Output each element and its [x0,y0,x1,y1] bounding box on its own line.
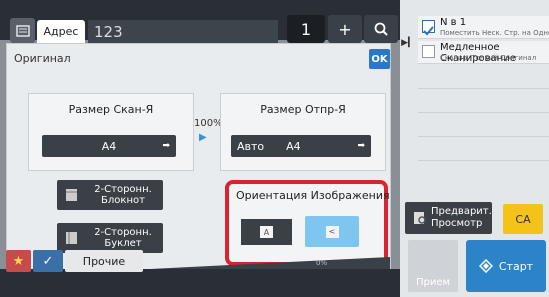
progress-percent: 0% [316,259,328,267]
receive-label: Прием [415,277,451,288]
list-divider [418,160,549,161]
preview-button[interactable]: Предварит. Просмотр [405,202,492,234]
arrow-right-icon: ➡ [357,141,365,151]
address-book-button[interactable] [10,18,35,43]
list-divider [418,112,549,113]
search-icon [374,22,388,36]
duplex-book-button[interactable]: 2-Сторонн. Блокнот [57,180,163,210]
option-sub-label: Сканир. Тонкий Оригинал [440,54,537,62]
preview-icon [414,212,426,224]
orientation-landscape-icon: < [325,225,339,238]
play-pause-icon: ▶▎ [401,38,415,48]
option-n-in-1[interactable]: N в 1 Поместить Неск. Стр. на Одной [418,16,549,39]
send-size-value: A4 [286,139,301,153]
panel-title: Оригинал [14,52,71,65]
search-button[interactable] [364,15,398,43]
duplex-book-label: 2-Сторонн. Блокнот [94,184,152,206]
clear-all-button[interactable]: CA [503,204,543,234]
image-orientation-title: Ориентация Изображения [236,189,390,202]
list-divider [418,136,549,137]
scan-size-button[interactable]: A4 ➡ [42,135,176,157]
orientation-portrait-button[interactable]: A [241,219,292,245]
star-icon: ★ [12,253,25,269]
orientation-landscape-button[interactable]: < [305,216,359,247]
address-book-icon [15,24,30,37]
start-label: Старт [498,259,534,273]
favorite-button[interactable]: ★ [6,250,31,272]
expand-button[interactable]: ▶▎ [399,18,417,68]
copies-count[interactable]: 1 [287,15,325,43]
duplex-booklet-button[interactable]: 2-Сторонн. Буклет [57,223,163,253]
send-size-mode: Авто [237,139,265,153]
checkbox-slow-scan[interactable] [422,45,435,58]
check-icon: ✓ [42,253,54,269]
plus-button[interactable]: + [328,15,362,43]
scan-size-title: Размер Скан-Я [68,103,154,116]
booklet-icon [66,232,77,244]
start-button[interactable]: Старт [466,240,546,292]
checkmark-icon [423,26,434,36]
ok-button[interactable]: OK [369,49,390,69]
address-input[interactable]: 123 [88,20,278,43]
duplex-booklet-label: 2-Сторонн. Буклет [94,227,152,249]
send-size-title: Размер Отпр-Я [260,103,346,116]
option-label: N в 1 [440,17,467,28]
scale-percent: 100% [194,118,223,129]
arrow-right-icon: ➡ [162,141,170,151]
checkbox-n-in-1[interactable] [422,20,435,36]
check-button[interactable]: ✓ [33,250,63,272]
other-button[interactable]: Прочие [65,250,143,272]
orientation-portrait-icon: A [260,226,273,238]
start-icon [478,259,493,273]
scale-arrow-icon: ▶ [199,132,207,143]
bottom-bar [0,269,400,297]
scan-size-value: A4 [101,139,117,153]
progress-bar [150,257,390,269]
option-sub-label: Поместить Неск. Стр. на Одной [440,29,549,37]
send-size-button[interactable]: Авто A4 ➡ [231,135,371,157]
list-divider [418,88,549,89]
address-tab[interactable]: Адрес [37,20,85,43]
preview-label: Предварит. Просмотр [431,206,492,229]
book-icon [66,189,77,201]
option-slow-scan[interactable]: Медленное Сканирование Сканир. Тонкий Ор… [418,41,549,64]
receive-button[interactable]: Прием [408,240,458,292]
